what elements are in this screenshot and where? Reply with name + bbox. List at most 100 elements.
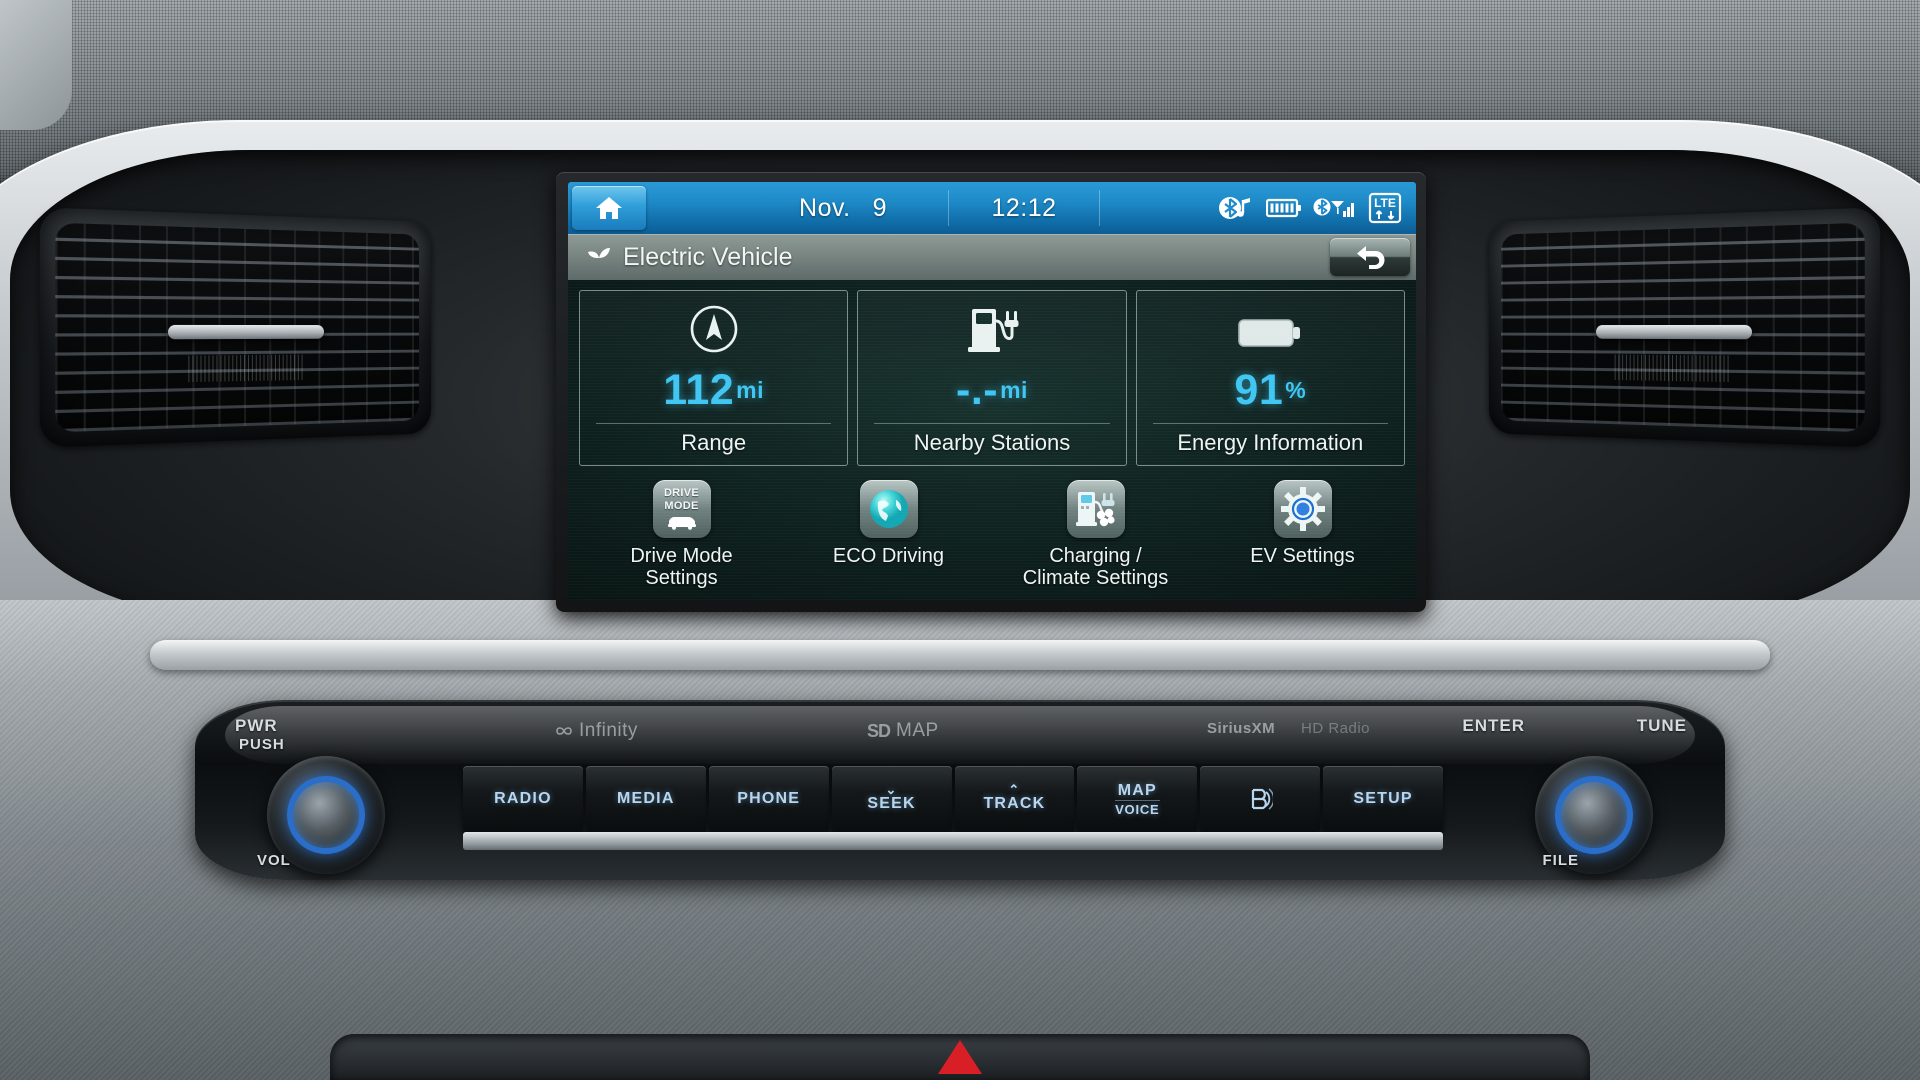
tile-nearby-value-group: -.- mi (956, 357, 1028, 423)
status-icon-group: LTE (1100, 182, 1416, 234)
shortcut-charging-climate-label-line1: Charging / (1049, 545, 1142, 567)
tile-energy-label: Energy Information (1152, 423, 1388, 465)
button-track-label: TRACK (983, 795, 1046, 813)
button-chrome-strip (463, 832, 1443, 850)
shortcut-drive-mode-label-line1: Drive Mode (630, 545, 733, 567)
button-blue-link[interactable] (1200, 766, 1321, 832)
button-media-label: MEDIA (617, 790, 675, 807)
back-arrow-icon (1357, 246, 1385, 269)
tile-range-value-group: 112 mi (663, 357, 764, 423)
tune-knob-label: TUNE (1636, 716, 1687, 735)
button-map-label: MAP (1117, 781, 1157, 799)
infinity-logo-icon (556, 727, 572, 735)
car-icon (667, 517, 696, 530)
console-control-panel: Infinity SD MAP SiriusXM HD Radio RADIO … (195, 700, 1725, 880)
enter-knob-label: ENTER (1462, 716, 1525, 735)
chevron-down-icon: ⌄ (885, 781, 898, 797)
button-map-voice[interactable]: MAP VOICE (1077, 766, 1198, 832)
vent-control-bar-left[interactable] (167, 324, 324, 340)
power-knob-label: PWR (235, 716, 278, 735)
charging-climate-icon (1066, 480, 1125, 538)
hazard-light-button[interactable] (938, 1040, 982, 1074)
info-tile-row: 112 mi Range -.- mi Nearby Stations 91 %… (568, 280, 1416, 466)
brand-infinity: Infinity (555, 720, 638, 742)
status-date: Nov. 9 (738, 182, 948, 234)
battery-icon (1266, 197, 1302, 219)
bluetooth-audio-icon (1217, 194, 1255, 222)
button-setup-label: SETUP (1353, 790, 1413, 807)
shortcut-drive-mode-label: Drive Mode Settings (630, 545, 732, 590)
brand-sd-map-label: MAP (896, 720, 939, 741)
vent-control-bar-right[interactable] (1596, 324, 1753, 340)
shortcut-eco-driving[interactable]: ECO Driving (785, 480, 992, 590)
status-month: Nov. (799, 193, 851, 222)
file-knob-label: FILE (1542, 852, 1579, 869)
screen-body: 112 mi Range -.- mi Nearby Stations 91 %… (568, 280, 1416, 600)
shortcut-charging-climate-label: Charging / Climate Settings (1023, 545, 1169, 590)
eco-globe-icon (859, 480, 918, 538)
page-title-bar: Electric Vehicle (568, 234, 1416, 280)
status-day: 9 (872, 193, 887, 222)
air-vent-right[interactable] (1488, 207, 1881, 448)
chevron-up-icon: ⌃ (1008, 781, 1021, 797)
tile-range[interactable]: 112 mi Range (579, 290, 849, 466)
tile-nearby-label: Nearby Stations (874, 423, 1110, 465)
button-setup[interactable]: SETUP (1323, 766, 1443, 832)
status-bar: Nov. 9 12:12 LTE (568, 182, 1416, 234)
shortcut-ev-settings-label: EV Settings (1250, 545, 1355, 567)
infotainment-screen[interactable]: Nov. 9 12:12 LTE Electric Vehicle 112 mi… (568, 182, 1416, 600)
home-button[interactable] (572, 186, 646, 230)
drive-mode-icon: DRIVE MODE (652, 480, 711, 538)
button-phone-label: PHONE (737, 790, 801, 807)
button-seek-label: SEEK (867, 795, 916, 813)
shortcut-drive-mode-settings[interactable]: DRIVE MODE Drive Mode Settings (578, 480, 785, 590)
shortcut-charging-climate-settings[interactable]: Charging / Climate Settings (992, 480, 1199, 590)
tile-energy-value: 91 (1234, 365, 1284, 414)
power-knob-push-label: PUSH (239, 736, 285, 753)
tile-range-unit: mi (736, 376, 765, 403)
button-radio[interactable]: RADIO (463, 766, 583, 832)
status-time: 12:12 (991, 193, 1057, 222)
dashboard: Nov. 9 12:12 LTE Electric Vehicle 112 mi… (0, 0, 1920, 1080)
button-radio-label: RADIO (494, 790, 552, 807)
button-phone[interactable]: PHONE (708, 766, 829, 832)
brand-infinity-label: Infinity (579, 720, 638, 741)
shortcut-eco-driving-label-line1: ECO Driving (832, 545, 945, 567)
leaf-icon (588, 248, 610, 267)
battery-horizontal-icon (1237, 291, 1303, 357)
brand-siriusxm-label: SiriusXM (1207, 720, 1276, 737)
bluetooth-signal-icon (1313, 195, 1357, 221)
brand-sd-map: SD MAP (867, 720, 939, 742)
button-media[interactable]: MEDIA (585, 766, 706, 832)
hard-button-row: RADIO MEDIA PHONE ⌄ SEEK ⌃ TRACK MAP VOI… (463, 766, 1443, 832)
charging-station-icon (964, 291, 1020, 357)
svg-text:LTE: LTE (1374, 196, 1396, 210)
tile-nearby-stations[interactable]: -.- mi Nearby Stations (857, 290, 1127, 466)
tile-energy-information[interactable]: 91% Energy Information (1135, 290, 1405, 466)
gear-icon (1273, 480, 1332, 538)
tile-nearby-value: -.- (956, 365, 999, 414)
compass-range-icon (688, 291, 740, 357)
brand-siriusxm: SiriusXM (1207, 720, 1275, 737)
shortcut-eco-driving-label: ECO Driving (833, 545, 944, 567)
seat-edge (0, 0, 72, 130)
button-seek[interactable]: ⌄ SEEK (831, 766, 952, 832)
blue-link-icon (1252, 788, 1274, 810)
head-unit-bezel: Nov. 9 12:12 LTE Electric Vehicle 112 mi… (556, 172, 1426, 612)
shortcut-row: DRIVE MODE Drive Mode Settings ECO Drivi… (568, 466, 1416, 590)
brand-hd-radio-label: HD Radio (1301, 720, 1371, 737)
volume-knob-label: VOL (257, 852, 291, 869)
back-button[interactable] (1330, 238, 1410, 276)
tile-range-value: 112 (663, 365, 735, 414)
silver-trim-band (150, 640, 1770, 670)
shortcut-ev-settings-label-line1: EV Settings (1250, 545, 1355, 567)
shortcut-ev-settings[interactable]: EV Settings (1199, 480, 1406, 590)
drive-mode-icon-text-1: DRIVE (663, 487, 700, 499)
drive-mode-icon-text-2: MODE (664, 500, 699, 512)
button-voice-label: VOICE (1115, 799, 1160, 817)
air-vent-left[interactable] (39, 207, 432, 448)
tile-energy-unit: % (1285, 376, 1307, 403)
lte-icon: LTE (1368, 192, 1402, 224)
shortcut-charging-climate-label-line2: Climate Settings (1022, 567, 1169, 590)
button-track[interactable]: ⌃ TRACK (954, 766, 1075, 832)
